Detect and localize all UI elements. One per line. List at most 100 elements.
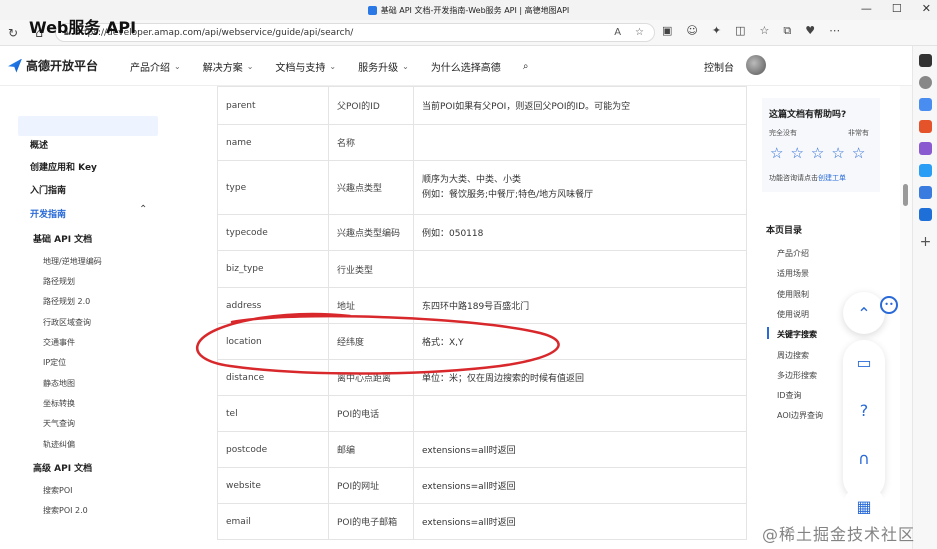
toc-item[interactable]: 多边形搜索 (777, 370, 817, 381)
toc-item-active[interactable]: 关键字搜索 (777, 329, 817, 340)
sidebar-group-advanced[interactable]: 高级 API 文档 (33, 461, 92, 474)
search-icon[interactable]: ⌕ (523, 59, 529, 74)
feedback-title: 这篇文档有帮助吗? (769, 110, 847, 120)
param-name: name (217, 124, 329, 161)
back-to-top-button[interactable]: ⌃ (843, 292, 885, 334)
sidebar-group-basic[interactable]: 基础 API 文档 (33, 232, 92, 245)
browser-toolbar: ▣ ☺ ✦ ◫ ☆ ⧉ ♥ ⋯ (662, 24, 840, 38)
toc-title: 本页目录 (766, 226, 803, 236)
toc-item[interactable]: AOI边界查询 (777, 410, 823, 421)
scrollbar-thumb[interactable] (903, 184, 908, 206)
sidebar-item-getting-started[interactable]: 入门指南 (30, 183, 66, 196)
menu-why-amap[interactable]: 为什么选择高德 (431, 59, 501, 74)
feedback-cta-text: 功能咨询请点击 (769, 174, 818, 182)
sidebar-item-create-key[interactable]: 创建应用和 Key (30, 160, 97, 173)
sidebar-subitem[interactable]: 轨迹纠偏 (43, 439, 75, 450)
maximize-icon[interactable]: ☐ (892, 2, 902, 15)
url-field[interactable]: 🔒︎ https://developer.amap.com/api/webser… (55, 23, 655, 42)
read-aloud-icon[interactable]: A (614, 27, 621, 38)
sidebar-item-overview[interactable]: 概述 (30, 138, 48, 151)
shield-icon[interactable]: ♥ (805, 24, 815, 38)
menu-upgrade[interactable]: 服务升级 ⌄ (358, 59, 409, 74)
more-icon[interactable]: ⋯ (829, 24, 840, 38)
menu-products[interactable]: 产品介绍 ⌄ (130, 59, 181, 74)
star-icon[interactable]: ☆ (831, 144, 844, 162)
sidebar-subitem[interactable]: IP定位 (43, 357, 66, 368)
minimize-icon[interactable]: — (861, 2, 872, 15)
refresh-icon[interactable]: ↻ (0, 26, 26, 40)
sidebar-app-icon[interactable] (919, 164, 932, 177)
toc-item[interactable]: 使用限制 (777, 289, 809, 300)
close-icon[interactable]: ✕ (922, 2, 931, 15)
sidebar-subitem[interactable]: 静态地图 (43, 378, 75, 389)
toc-item[interactable]: ID查询 (777, 390, 802, 401)
sidebar-app-icon[interactable] (919, 54, 932, 67)
param-desc (413, 395, 747, 432)
favorite-star-icon[interactable]: ☆ (635, 27, 644, 38)
main-menu: 产品介绍 ⌄ 解决方案 ⌄ 文档与支持 ⌄ 服务升级 ⌄ 为什么选择高德 ⌕ (130, 59, 528, 74)
sidebar-app-icon[interactable] (919, 208, 932, 221)
chevron-up-icon[interactable]: ⌃ (139, 204, 147, 215)
param-desc-line: 顺序为大类、中类、小类 (422, 174, 522, 185)
collections-icon[interactable]: ⧉ (783, 24, 791, 38)
toc-item[interactable]: 产品介绍 (777, 248, 809, 259)
sidebar-subitem[interactable]: 搜索POI 2.0 (43, 505, 88, 516)
favorites-icon[interactable]: ☆ (760, 24, 770, 38)
param-meaning: 离中心点距离 (328, 359, 414, 396)
extension-icon[interactable]: ▣ (662, 24, 672, 38)
menu-solutions[interactable]: 解决方案 ⌄ (203, 59, 254, 74)
table-row: type 兴趣点类型 顺序为大类、中类、小类 例如：餐饮服务;中餐厅;特色/地方… (217, 160, 747, 215)
sidebar-subitem[interactable]: 搜索POI (43, 485, 72, 496)
page-scrollbar[interactable] (900, 86, 912, 549)
sidebar-subitem[interactable]: 地理/逆地理编码 (43, 256, 102, 267)
param-name: tel (217, 395, 329, 432)
monitor-icon[interactable]: ▭ (843, 341, 885, 383)
help-icon[interactable]: ? (843, 389, 885, 431)
toc-active-indicator (767, 327, 769, 339)
table-row: tel POI的电话 (217, 395, 747, 432)
create-ticket-link[interactable]: 创建工单 (818, 174, 846, 182)
sidebar-subitem[interactable]: 天气查询 (43, 418, 75, 429)
amap-logo[interactable]: 高德开放平台 (8, 57, 98, 74)
toc-item[interactable]: 使用说明 (777, 309, 809, 320)
menu-docs[interactable]: 文档与支持 ⌄ (275, 59, 336, 74)
feedback-high-label: 非常有 (848, 129, 869, 137)
add-icon[interactable]: + (919, 235, 932, 249)
table-row: parent 父POI的ID 当前POI如果有父POI，则返回父POI的ID。可… (217, 86, 747, 125)
sidebar-subitem[interactable]: 路径规划 2.0 (43, 296, 90, 307)
split-screen-icon[interactable]: ◫ (735, 24, 745, 38)
star-icon[interactable]: ☆ (852, 144, 865, 162)
star-icon[interactable]: ☆ (811, 144, 824, 162)
account-icon[interactable]: ☺ (686, 24, 697, 38)
table-row: distance 离中心点距离 单位：米；仅在周边搜索的时候有值返回 (217, 359, 747, 396)
sidebar-subitem[interactable]: 坐标转换 (43, 398, 75, 409)
sidebar-app-icon[interactable] (919, 142, 932, 155)
table-row: address 地址 东四环中路189号百盛北门 (217, 287, 747, 324)
search-icon[interactable] (919, 76, 932, 89)
avatar[interactable] (746, 55, 766, 75)
rating-stars: ☆ ☆ ☆ ☆ ☆ (770, 144, 865, 162)
toc-item[interactable]: 周边搜索 (777, 350, 809, 361)
sidebar-app-icon[interactable] (919, 186, 932, 199)
sidebar-subitem[interactable]: 路径规划 (43, 276, 75, 287)
star-icon[interactable]: ☆ (790, 144, 803, 162)
param-name: postcode (217, 431, 329, 468)
sidebar-subitem[interactable]: 交通事件 (43, 337, 75, 348)
sidebar-subitem[interactable]: 行政区域查询 (43, 317, 91, 328)
param-name: address (217, 287, 329, 324)
param-name: type (217, 160, 329, 215)
sidebar-app-icon[interactable] (919, 120, 932, 133)
param-meaning: 父POI的ID (328, 86, 414, 125)
param-desc: 格式：X,Y (413, 323, 747, 360)
chatbot-icon[interactable]: •• (880, 296, 898, 314)
puzzle-icon[interactable]: ✦ (712, 24, 721, 38)
toc-item[interactable]: 适用场景 (777, 268, 809, 279)
sidebar-item-dev-guide[interactable] (18, 116, 158, 136)
param-meaning: 地址 (328, 287, 414, 324)
headset-icon[interactable]: ∩ (843, 437, 885, 479)
param-name: parent (217, 86, 329, 125)
console-link[interactable]: 控制台 (704, 59, 734, 74)
param-desc (413, 124, 747, 161)
sidebar-app-icon[interactable] (919, 98, 932, 111)
star-icon[interactable]: ☆ (770, 144, 783, 162)
